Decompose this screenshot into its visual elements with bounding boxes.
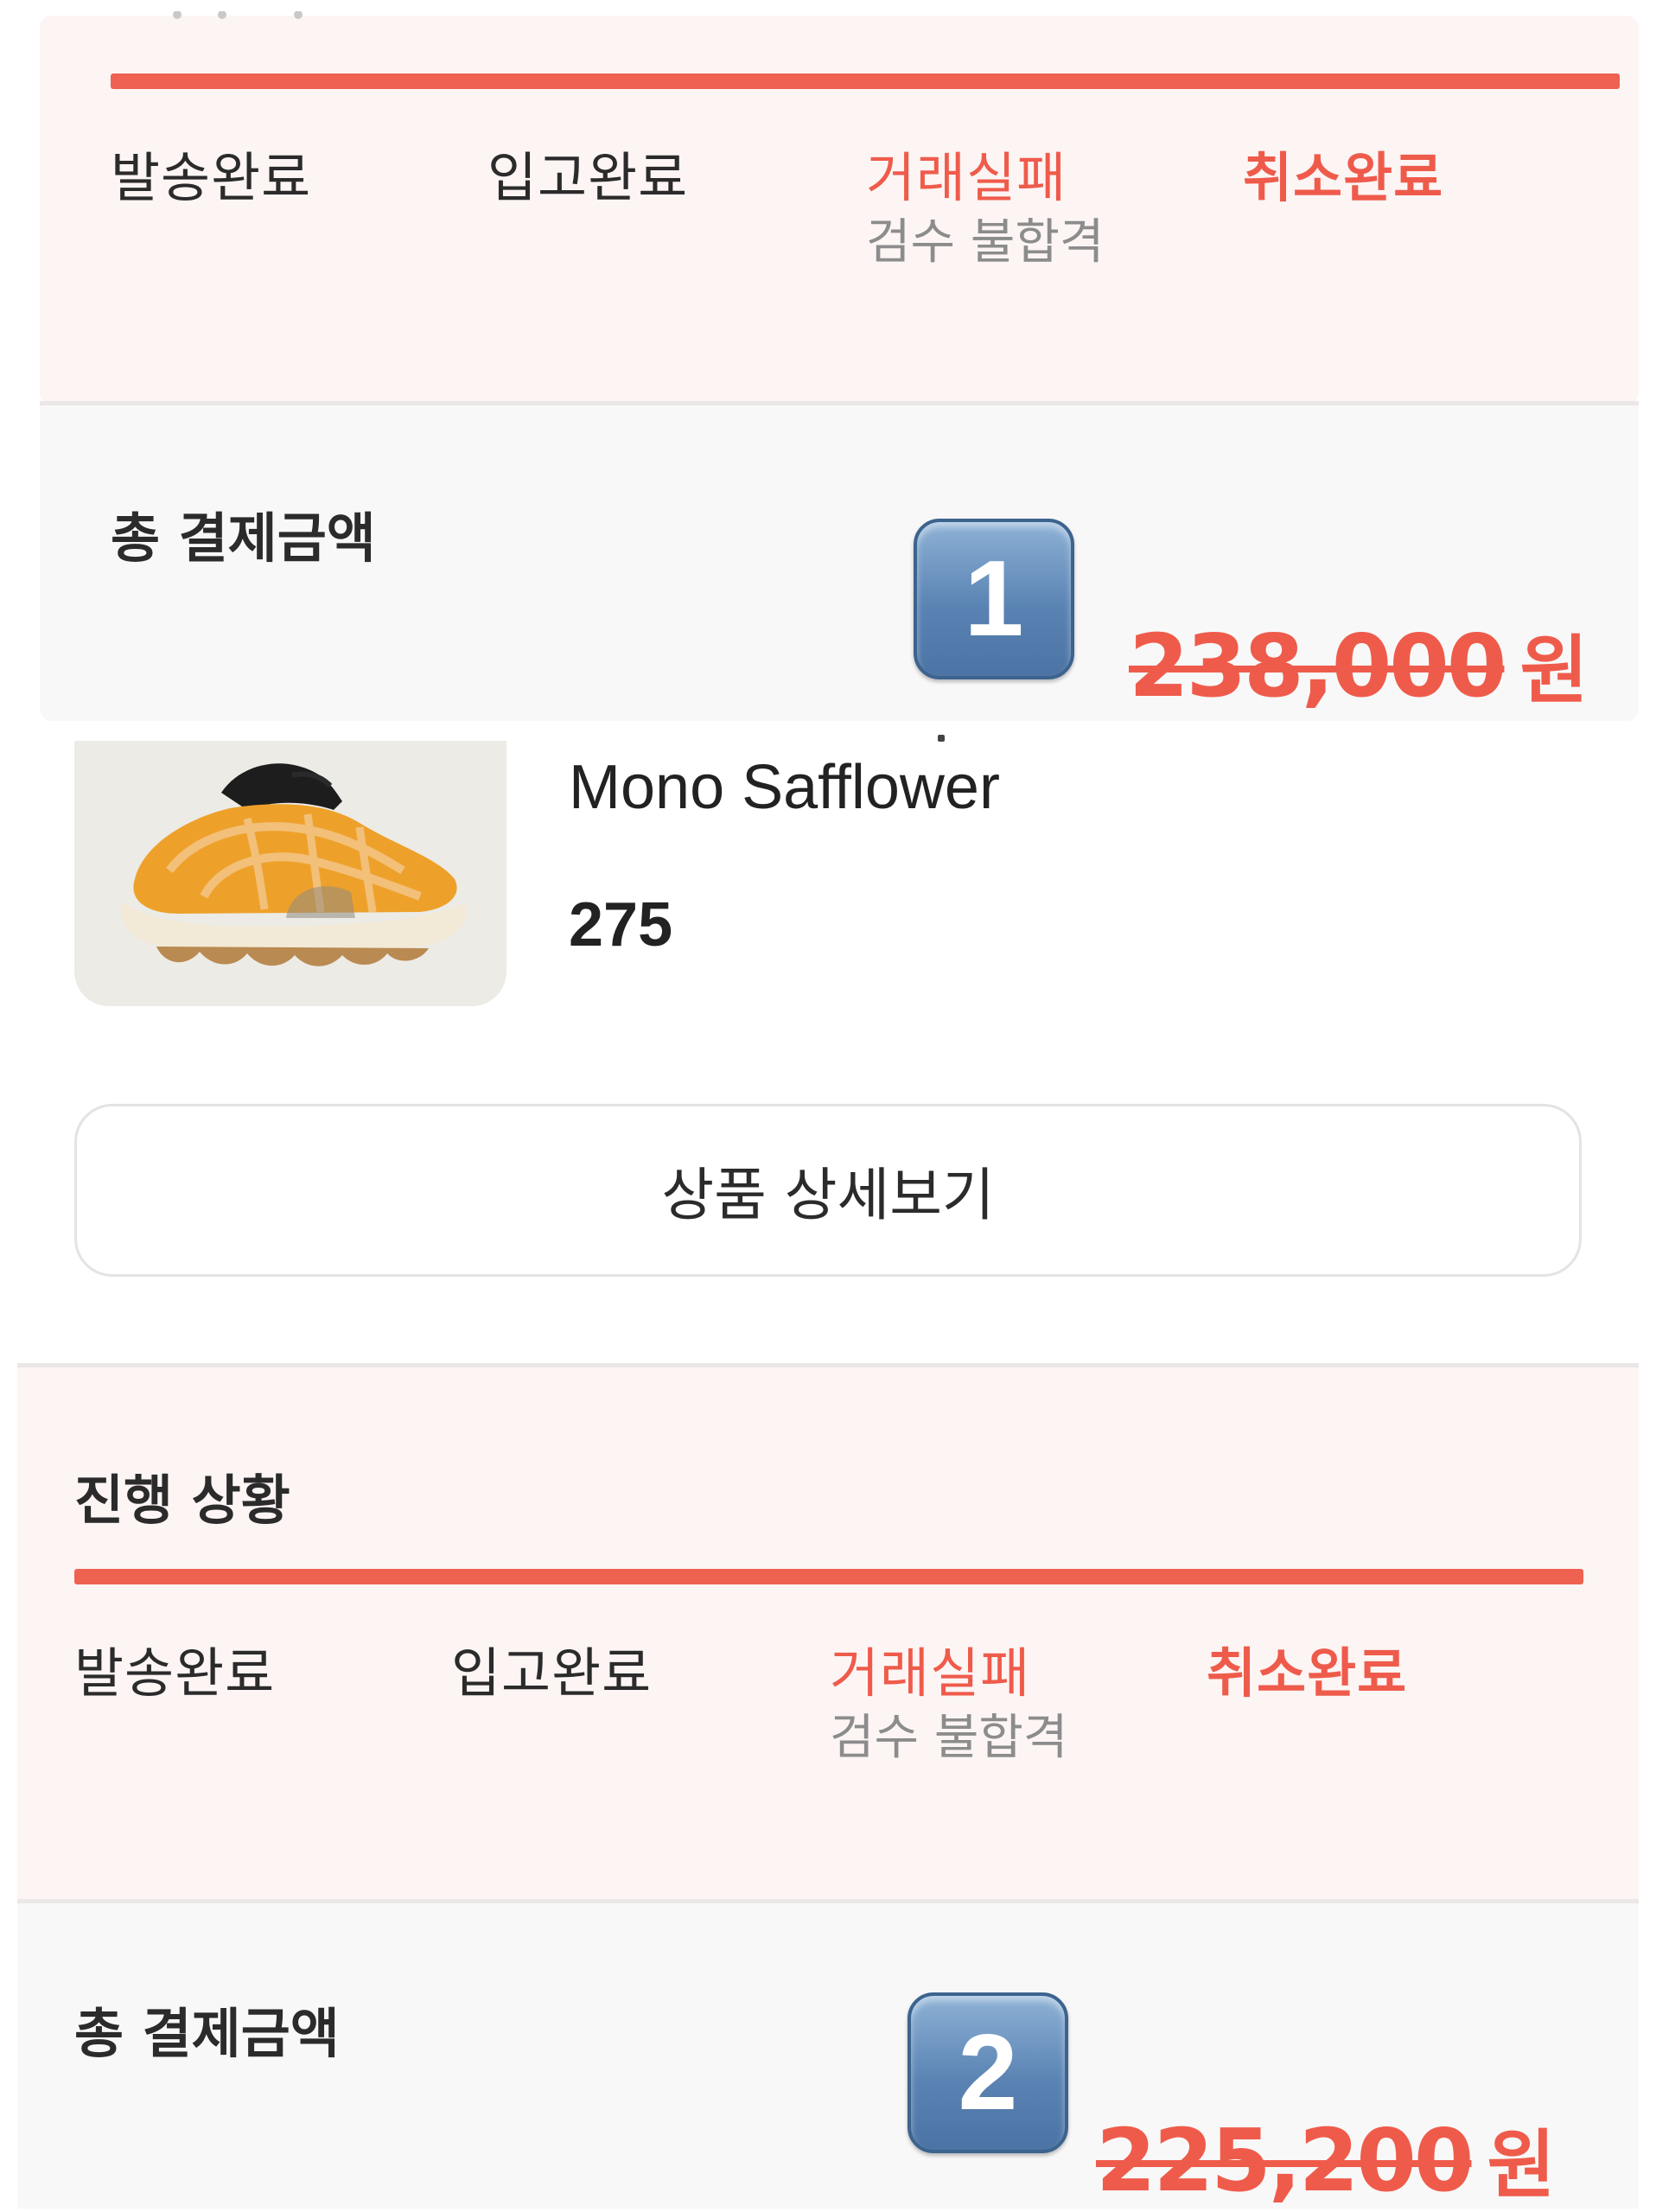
order1-step-failed-reason: 검수 불합격 bbox=[866, 214, 1105, 271]
keycap-2-icon: 2 bbox=[908, 1992, 1068, 2153]
order1-price-unit: 원 bbox=[1519, 628, 1589, 714]
order2-progress-title: 진행 상황 bbox=[74, 1469, 290, 1532]
order1-step-failed: 거래실패 bbox=[866, 146, 1067, 209]
order2-step-cancelled: 취소완료 bbox=[1207, 1641, 1408, 1705]
order2-step-failed: 거래실패 bbox=[830, 1641, 1031, 1705]
top-cut-dots bbox=[169, 7, 315, 19]
order2-price-value: 225,200 bbox=[1096, 2110, 1474, 2211]
order1-step-received: 입고완료 bbox=[487, 146, 689, 209]
product-name-cutoff-mark bbox=[938, 735, 945, 742]
order2-step-failed-reason: 검수 불합격 bbox=[830, 1710, 1068, 1766]
order2-total-label: 총 결제금액 bbox=[74, 2002, 340, 2065]
product-name: Mono Safflower bbox=[569, 753, 1000, 822]
order2-step-received: 입고완료 bbox=[451, 1641, 653, 1705]
order1-total-label: 총 결제금액 bbox=[111, 507, 376, 570]
order2-progress-bar bbox=[74, 1569, 1583, 1584]
sneaker-product-image[interactable] bbox=[74, 741, 506, 1006]
keycap-1-icon: 1 bbox=[914, 519, 1074, 679]
order2-total-price: 225,200 원 bbox=[1096, 2104, 1556, 2212]
order1-price-value: 238,000 bbox=[1129, 615, 1506, 717]
order1-step-cancelled: 취소완료 bbox=[1243, 146, 1444, 209]
order2-step-shipped: 발송완료 bbox=[74, 1641, 276, 1705]
order1-total-price: 238,000 원 bbox=[1129, 609, 1589, 717]
product-detail-button[interactable]: 상품 상세보기 bbox=[74, 1104, 1582, 1277]
product-size: 275 bbox=[569, 890, 673, 959]
order1-step-shipped: 발송완료 bbox=[111, 146, 312, 209]
order1-progress-bar bbox=[111, 73, 1620, 89]
order2-price-unit: 원 bbox=[1487, 2122, 1556, 2209]
